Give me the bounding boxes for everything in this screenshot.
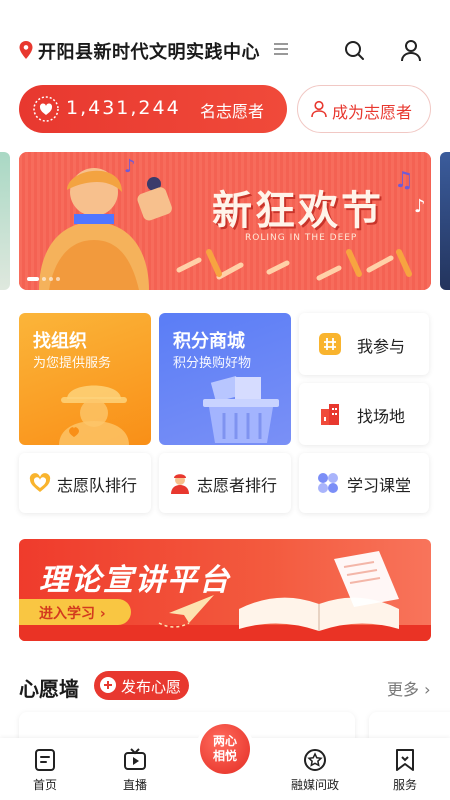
user-icon[interactable]: [399, 38, 423, 62]
volunteer-ranking-card[interactable]: 志愿者排行: [159, 453, 291, 513]
hashtag-icon: [319, 333, 341, 355]
publish-wish-label: 发布心愿: [121, 678, 182, 696]
carousel-dot: [42, 277, 46, 281]
location-title[interactable]: 开阳县新时代文明实践中心: [38, 38, 260, 64]
banner-next-peek[interactable]: [440, 152, 450, 290]
find-venue-label: 找场地: [357, 407, 406, 426]
menu-icon[interactable]: [274, 42, 288, 56]
points-mall-title: 积分商城: [173, 331, 245, 352]
plus-circle-icon: [100, 677, 116, 693]
star-badge-icon: [304, 749, 326, 771]
center-action-badge: 两心 相悦: [200, 724, 250, 774]
volunteer-count-banner[interactable]: 1,431,244 名志愿者: [19, 85, 287, 133]
nav-service-label: 服务: [392, 778, 417, 792]
volunteer-count: 1,431,244: [66, 97, 181, 119]
my-participation-label: 我参与: [357, 337, 406, 356]
grid-apps-icon: [318, 473, 338, 493]
become-volunteer-label: 成为志愿者: [332, 103, 413, 122]
heart-icon: [29, 473, 51, 492]
volunteer-count-label: 名志愿者: [200, 102, 265, 121]
volunteer-cap-illustration: [59, 385, 129, 445]
location-pin-icon: [19, 41, 33, 59]
find-organization-title: 找组织: [33, 331, 87, 352]
live-tv-icon: [124, 748, 146, 770]
nav-media-politics[interactable]: 融媒问政: [270, 738, 360, 800]
volunteer-ranking-label: 志愿者排行: [197, 476, 278, 495]
my-participation-card[interactable]: 我参与: [299, 313, 429, 375]
team-ranking-label: 志愿队排行: [57, 476, 138, 495]
volunteer-emblem-icon: [33, 96, 59, 122]
app-header: 开阳县新时代文明实践中心: [0, 30, 450, 70]
enter-study-label: 进入学习 ›: [39, 606, 106, 622]
more-link[interactable]: 更多 ›: [387, 676, 431, 700]
bookmark-icon: [396, 749, 414, 771]
publish-wish-button[interactable]: 发布心愿: [94, 671, 189, 700]
wish-wall-title: 心愿墙: [19, 677, 79, 701]
banner-carousel[interactable]: ♪ ♫ ♪ 新狂欢节 ROLING IN THE DEEP: [0, 152, 450, 290]
points-mall-card[interactable]: 积分商城 积分换购好物: [159, 313, 291, 445]
search-icon[interactable]: [343, 39, 365, 61]
center-action-line1: 两心: [212, 734, 237, 748]
enter-study-button[interactable]: 进入学习 ›: [19, 599, 131, 625]
nav-live[interactable]: 直播: [90, 738, 180, 800]
become-volunteer-button[interactable]: 成为志愿者: [297, 85, 431, 133]
carousel-dot: [49, 277, 53, 281]
promo-title: 理论宣讲平台: [39, 563, 231, 598]
nav-live-label: 直播: [122, 778, 147, 792]
nav-home-label: 首页: [32, 778, 57, 792]
nav-media-politics-label: 融媒问政: [290, 778, 339, 792]
carousel-indicator: [27, 277, 63, 282]
study-class-card[interactable]: 学习课堂: [299, 453, 429, 513]
find-venue-card[interactable]: 找场地: [299, 383, 429, 445]
screen: 开阳县新时代文明实践中心 1,431,244 名志愿者 成为志愿者 ♪ ♫ ♪ …: [0, 0, 450, 800]
find-organization-subtitle: 为您提供服务: [33, 356, 112, 371]
team-ranking-card[interactable]: 志愿队排行: [19, 453, 151, 513]
nav-home[interactable]: 首页: [0, 738, 90, 800]
points-mall-subtitle: 积分换购好物: [173, 356, 252, 371]
banner-subtitle: ROLING IN THE DEEP: [245, 233, 358, 243]
volunteer-avatar-icon: [171, 474, 189, 494]
home-icon: [35, 749, 55, 771]
theory-platform-banner[interactable]: 理论宣讲平台 进入学习 ›: [19, 539, 431, 641]
svg-text:♪: ♪: [124, 156, 136, 177]
carousel-dot: [27, 277, 39, 281]
building-icon: [321, 404, 339, 425]
banner-prev-peek[interactable]: [0, 152, 10, 290]
center-action-button[interactable]: 两心 相悦: [196, 720, 254, 778]
find-organization-card[interactable]: 找组织 为您提供服务: [19, 313, 151, 445]
person-icon: [311, 100, 327, 118]
svg-text:♪: ♪: [414, 196, 426, 217]
svg-text:♫: ♫: [394, 168, 414, 193]
shopping-basket-icon: [203, 375, 279, 443]
study-class-label: 学习课堂: [347, 476, 412, 495]
carousel-dot: [56, 277, 60, 281]
center-action-line2: 相悦: [212, 749, 237, 763]
nav-service[interactable]: 服务: [360, 738, 450, 800]
banner-title: 新狂欢节: [212, 187, 384, 234]
banner-slide[interactable]: ♪ ♫ ♪ 新狂欢节 ROLING IN THE DEEP: [19, 152, 431, 290]
